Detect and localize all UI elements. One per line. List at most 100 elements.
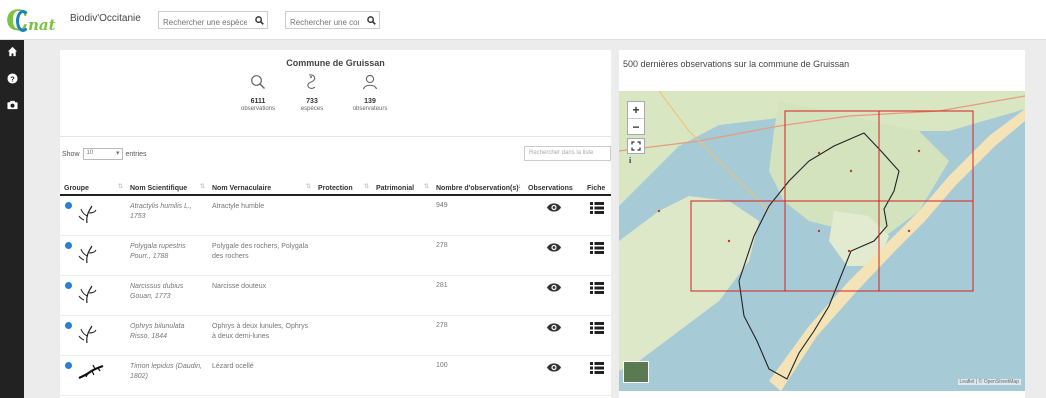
observation-count: 949: [432, 195, 524, 236]
svg-text:?: ?: [10, 74, 15, 83]
search-icon: [228, 72, 288, 92]
col-fiche: Fiche: [583, 168, 611, 196]
list-icon[interactable]: [583, 275, 611, 316]
brand-name[interactable]: Biodiv'Occitanie: [70, 13, 141, 24]
stat-value: 733: [306, 98, 318, 105]
group-dot: [65, 281, 72, 289]
protection-cell: [314, 235, 372, 276]
group-dot: [65, 202, 72, 209]
group-dot: [65, 241, 72, 249]
table-header-row: Groupe ⇅ Nom Scientifique ⇅ Nom Vernaculai…: [60, 168, 611, 196]
search-icon[interactable]: [363, 12, 379, 28]
protection-cell: [314, 275, 372, 316]
vernacular-name: Lézard ocellé: [208, 355, 314, 396]
col-groupe[interactable]: Groupe ⇅: [60, 168, 126, 196]
observation-count: 100: [432, 355, 524, 396]
entries-label: entries: [125, 150, 147, 158]
scientific-name: Ophrys bilunulata Risso, 1844: [126, 315, 208, 356]
observation-count: 278: [432, 315, 524, 356]
home-icon[interactable]: [0, 42, 24, 60]
protection-cell: [314, 195, 372, 236]
map-title: 500 dernières observations sur la commun…: [623, 59, 850, 69]
top-bar: C nat Biodiv'Occitanie: [0, 0, 1046, 40]
map-attribution[interactable]: Leaflet | © OpenStreetMap: [957, 379, 1021, 385]
observation-count: 278: [432, 235, 524, 276]
patrimonial-cell: [372, 235, 432, 276]
fullscreen-icon[interactable]: [627, 138, 645, 154]
map-canvas: [619, 91, 1025, 391]
stat-observations: 6111 observations: [228, 72, 288, 112]
stat-label: observateurs: [352, 106, 388, 112]
list-icon[interactable]: [583, 195, 611, 236]
eye-icon[interactable]: [524, 195, 583, 236]
zoom-in-button[interactable]: +: [628, 102, 644, 118]
sidebar: ?: [0, 40, 24, 398]
scientific-name: Narcissus dubius Gouan, 1773: [126, 275, 208, 316]
zoom-control: + −: [627, 101, 645, 135]
group-cell: [60, 355, 126, 396]
eye-icon[interactable]: [524, 355, 583, 396]
page-size-control: Show 10 entries: [62, 148, 147, 160]
vernacular-name: Polygale des rochers, Polygala des roche…: [208, 235, 314, 276]
observation-map[interactable]: + − i Leaflet | © OpenStreetMap: [619, 91, 1025, 391]
plant-icon: [78, 284, 98, 306]
map-panel: 500 dernières observations sur la commun…: [619, 50, 1025, 398]
col-nom-scientifique[interactable]: Nom Scientifique ⇅: [126, 168, 208, 196]
list-icon[interactable]: [583, 355, 611, 396]
eye-icon[interactable]: [524, 235, 583, 276]
eye-icon[interactable]: [524, 275, 583, 316]
col-nombre-observations[interactable]: Nombre d'observation(s) ↓: [432, 168, 524, 196]
help-icon[interactable]: ?: [0, 69, 24, 87]
col-nom-vernaculaire[interactable]: Nom Vernaculaire ⇅: [208, 168, 314, 196]
group-dot: [65, 361, 72, 369]
protection-cell: [314, 355, 372, 396]
info-icon[interactable]: i: [629, 156, 631, 165]
list-icon[interactable]: [583, 235, 611, 276]
stat-species: 733 espèces: [282, 72, 342, 112]
list-icon[interactable]: [583, 315, 611, 356]
user-icon: [340, 72, 400, 92]
plant-icon: [78, 244, 98, 266]
plant-icon: [78, 324, 98, 346]
table-search-input[interactable]: Rechercher dans la liste: [524, 146, 611, 161]
species-table: Groupe ⇅ Nom Scientifique ⇅ Nom Vernaculai…: [60, 168, 611, 396]
group-cell: [60, 275, 126, 316]
camera-icon[interactable]: [0, 96, 24, 114]
stat-value: 6111: [250, 98, 266, 105]
table-row: Polygala rupestris Pourr., 1788 Polygale …: [60, 235, 611, 276]
table-row: Ophrys bilunulata Risso, 1844 Ophrys à de…: [60, 315, 611, 356]
vernacular-name: Narcisse douteux: [208, 275, 314, 316]
search-icon[interactable]: [251, 12, 267, 28]
show-label: Show: [62, 150, 80, 158]
scientific-name: Polygala rupestris Pourr., 1788: [126, 235, 208, 276]
col-observations: Observations: [524, 168, 583, 196]
plant-icon: [78, 204, 98, 226]
stat-observers: 139 observateurs: [340, 72, 400, 112]
scientific-name: Timon lepidus (Daudin, 1802): [126, 355, 208, 396]
patrimonial-cell: [372, 355, 432, 396]
species-search: [158, 11, 268, 31]
eye-icon[interactable]: [524, 315, 583, 356]
patrimonial-cell: [372, 315, 432, 356]
table-row: Timon lepidus (Daudin, 1802) Lézard ocell…: [60, 355, 611, 396]
commune-title: Commune de Gruissan: [286, 58, 385, 68]
col-patrimonial[interactable]: Patrimonial ⇅: [372, 168, 432, 196]
layer-switcher-thumbnail[interactable]: [623, 361, 649, 383]
vernacular-name: Atractyle humble: [208, 195, 314, 236]
group-cell: [60, 235, 126, 276]
zoom-out-button[interactable]: −: [628, 118, 644, 134]
logo[interactable]: C nat: [6, 6, 62, 36]
commune-search: [285, 11, 380, 31]
group-cell: [60, 315, 126, 356]
stat-label: observations: [240, 106, 276, 112]
patrimonial-cell: [372, 195, 432, 236]
stat-value: 139: [364, 98, 376, 105]
protection-cell: [314, 315, 372, 356]
page-size-select[interactable]: 10: [82, 148, 123, 160]
table-row: Narcissus dubius Gouan, 1773 Narcisse dou…: [60, 275, 611, 316]
group-dot: [65, 321, 72, 329]
commune-panel: Commune de Gruissan 6111 observations 73…: [60, 50, 611, 398]
divider: [60, 136, 611, 137]
col-protection[interactable]: Protection ⇅: [314, 168, 372, 196]
species-icon: [282, 72, 342, 92]
